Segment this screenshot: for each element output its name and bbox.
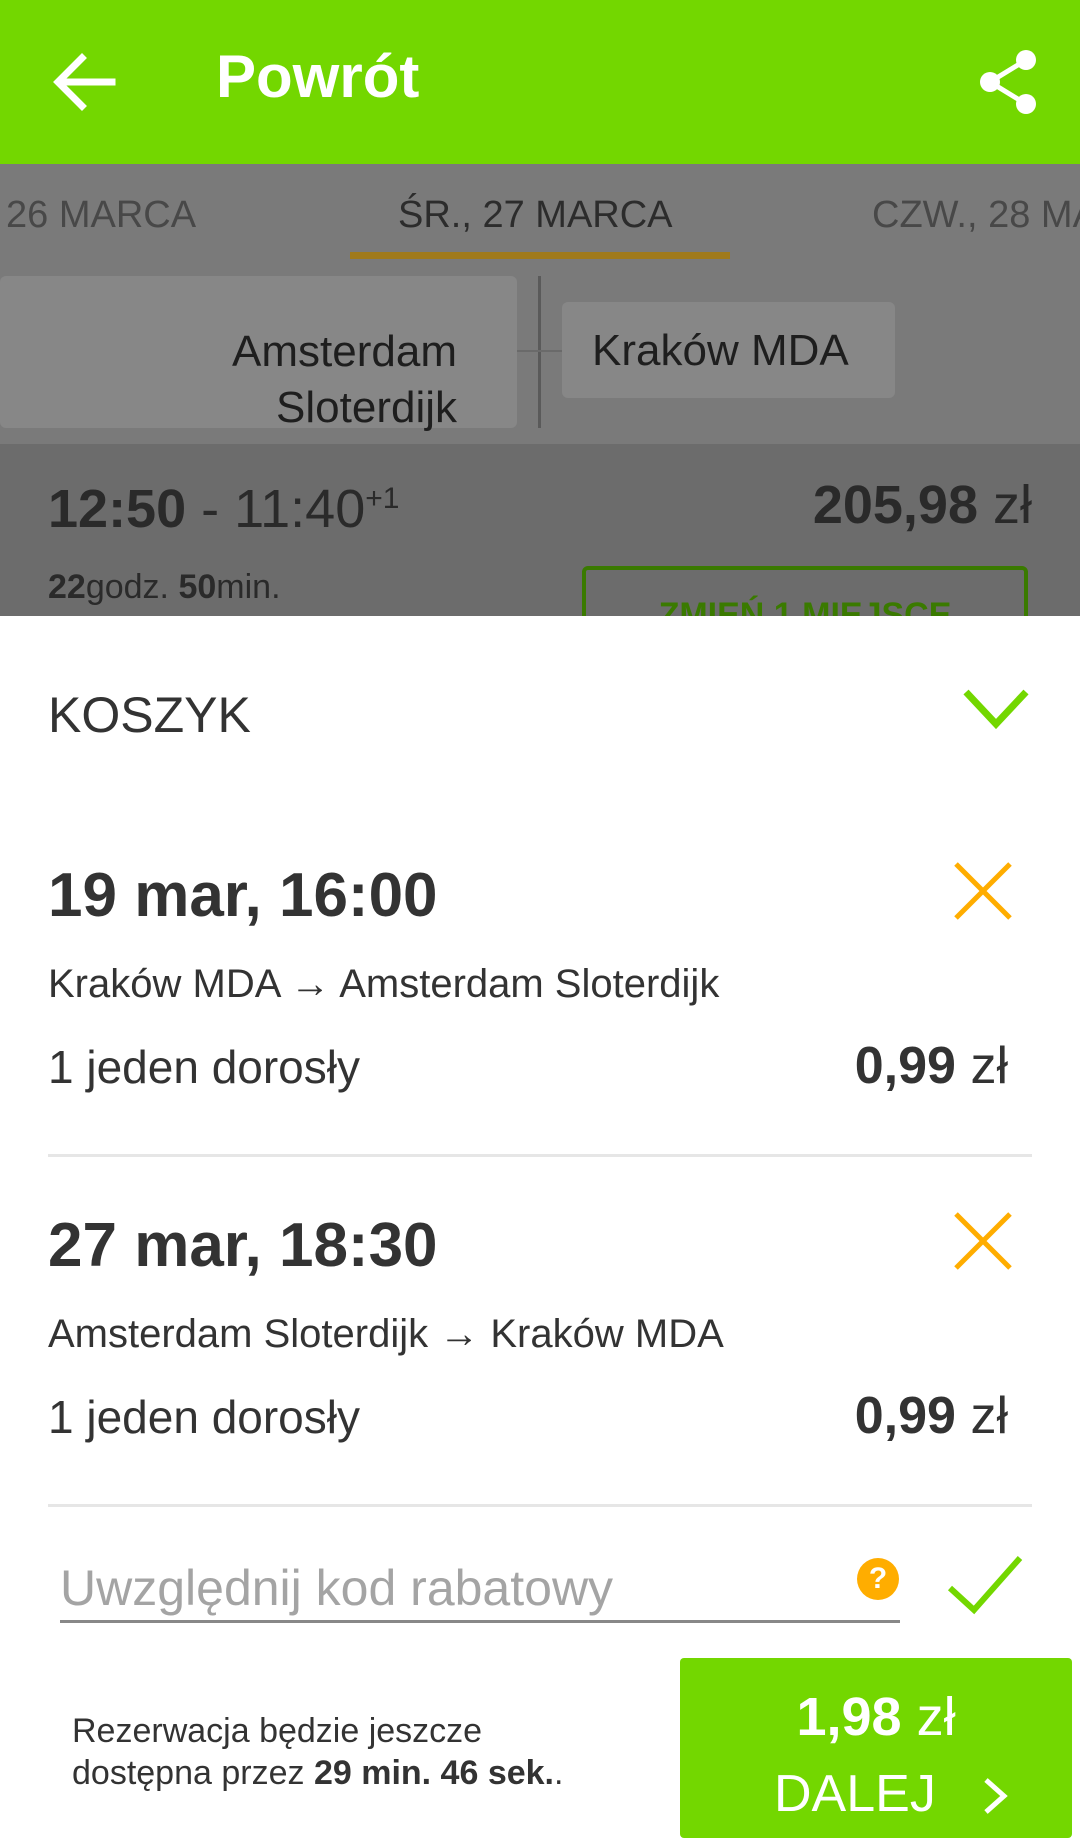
departure-time: 12:50 xyxy=(48,479,187,539)
arrival-time: 11:40 xyxy=(234,479,366,539)
trip-duration: 22godz. 50min. xyxy=(48,568,281,606)
route-connector-dash xyxy=(517,350,563,352)
cart-item-price: 0,99 zł xyxy=(854,1387,1008,1445)
promo-code-input[interactable] xyxy=(60,1556,900,1623)
destination-station-label: Kraków MDA xyxy=(592,326,849,375)
remove-item-icon[interactable] xyxy=(952,860,1014,922)
back-arrow-icon[interactable] xyxy=(52,44,116,120)
tab-date-27[interactable]: ŚR., 27 MARCA xyxy=(398,194,673,237)
chevron-right-icon xyxy=(984,1778,1008,1814)
day-offset: +1 xyxy=(365,482,400,515)
cart-item-date: 19 mar, 16:00 xyxy=(48,861,438,930)
reservation-countdown: 29 min. 46 sek. xyxy=(313,1754,554,1792)
continue-label: DALEJ xyxy=(774,1765,936,1823)
trip-row[interactable]: 12:50 - 11:40+1 205,98 zł 22godz. 50min.… xyxy=(0,444,1080,616)
tab-date-26[interactable]: 26 MARCA xyxy=(6,194,196,237)
chevron-down-icon[interactable] xyxy=(960,684,1032,734)
cart-item-passengers: 1 jeden dorosły xyxy=(48,1041,360,1093)
cart-title: KOSZYK xyxy=(48,687,251,743)
app-bar: Powrót xyxy=(0,0,1080,164)
active-tab-indicator xyxy=(350,252,730,259)
origin-station[interactable]: Amsterdam Sloterdijk xyxy=(0,276,517,432)
continue-button[interactable]: 1,98 zł DALEJ xyxy=(680,1658,1072,1838)
total-price: 1,98 zł xyxy=(796,1687,956,1747)
divider xyxy=(48,1154,1032,1157)
tab-date-28[interactable]: CZW., 28 MARCA xyxy=(872,194,1080,237)
cart-item-route: Kraków MDA → Amsterdam Sloterdijk xyxy=(48,962,720,1006)
help-icon[interactable]: ? xyxy=(857,1558,899,1600)
divider xyxy=(48,1504,1032,1507)
apply-promo-check-icon[interactable] xyxy=(946,1552,1024,1616)
date-tabs: 26 MARCA ŚR., 27 MARCA CZW., 28 MARCA xyxy=(0,164,1080,260)
cart-sheet: KOSZYK 19 mar, 16:00 Kraków MDA → Amster… xyxy=(0,616,1080,1844)
cart-item-route: Amsterdam Sloterdijk → Kraków MDA xyxy=(48,1312,724,1356)
remove-item-icon[interactable] xyxy=(952,1210,1014,1272)
route-header: Amsterdam Sloterdijk Kraków MDA xyxy=(0,260,1080,444)
reservation-notice: Rezerwacja będzie jeszcze dostępna przez… xyxy=(72,1712,564,1792)
destination-station[interactable]: Kraków MDA xyxy=(562,302,895,398)
change-seat-button[interactable]: ZMIEŃ 1 MIEJSCE xyxy=(582,566,1028,616)
cart-item-price: 0,99 zł xyxy=(854,1037,1008,1095)
cart-item-passengers: 1 jeden dorosły xyxy=(48,1391,360,1443)
route-connector xyxy=(538,276,541,428)
share-icon[interactable] xyxy=(976,44,1040,120)
cart-item-date: 27 mar, 18:30 xyxy=(48,1211,438,1280)
page-title: Powrót xyxy=(216,43,420,110)
trip-times: 12:50 - 11:40+1 xyxy=(48,479,400,539)
trip-price: 205,98 zł xyxy=(812,475,1032,535)
